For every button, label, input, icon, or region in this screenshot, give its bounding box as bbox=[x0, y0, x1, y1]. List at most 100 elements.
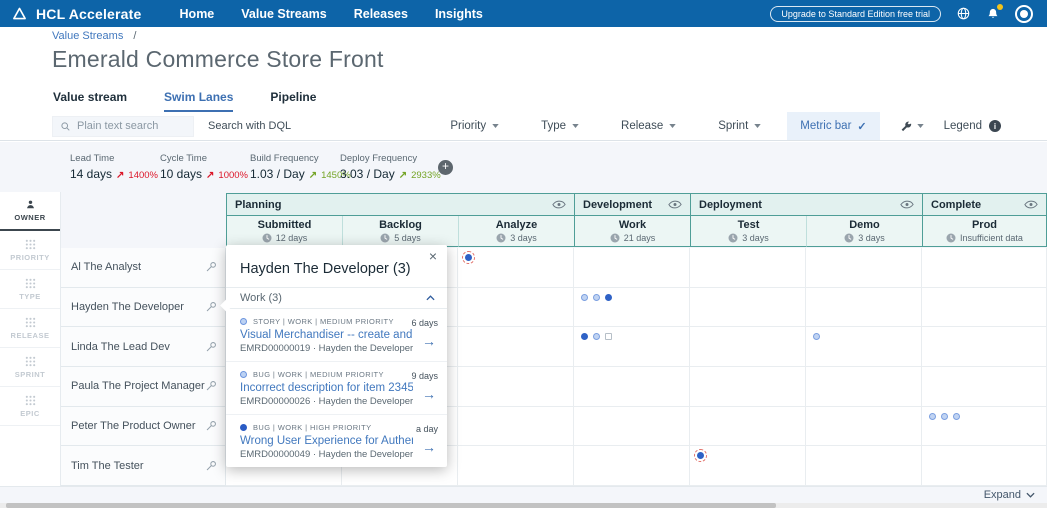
upgrade-button[interactable]: Upgrade to Standard Edition free trial bbox=[770, 6, 941, 22]
search-input[interactable] bbox=[77, 120, 186, 132]
group-header-deployment: Deployment bbox=[690, 193, 922, 216]
go-to-item-arrow-icon[interactable]: → bbox=[422, 439, 436, 455]
avatar[interactable] bbox=[1015, 5, 1033, 23]
swimlane-row: Linda The Lead Dev bbox=[61, 327, 1047, 367]
pin-icon[interactable] bbox=[205, 380, 217, 392]
info-icon[interactable]: i bbox=[989, 120, 1001, 132]
eye-icon[interactable] bbox=[552, 200, 566, 209]
notification-badge bbox=[997, 4, 1003, 10]
filter-dropdown-sprint[interactable]: Sprint bbox=[718, 120, 761, 132]
sidebar-item-sprint[interactable]: SPRINT bbox=[0, 348, 60, 387]
priority-dot-medium bbox=[240, 318, 247, 325]
swimlane-row: Al The Analyst bbox=[61, 248, 1047, 288]
go-to-item-arrow-icon[interactable]: → bbox=[422, 333, 436, 349]
workitems-popup: × Hayden The Developer (3) Work (3) STOR… bbox=[226, 245, 447, 467]
work-item-dot-light[interactable] bbox=[581, 294, 588, 301]
clock-icon bbox=[262, 233, 272, 243]
row-label-text: Paula The Project Manager bbox=[71, 380, 205, 392]
pin-icon[interactable] bbox=[205, 301, 217, 313]
tab-value-stream[interactable]: Value stream bbox=[53, 90, 127, 112]
check-icon: ✓ bbox=[857, 120, 866, 133]
filter-dropdown-type[interactable]: Type bbox=[541, 120, 579, 132]
filter-bar: Search with DQL Priority Type Release Sprin… bbox=[0, 112, 1047, 141]
trend-up-icon: ↗ bbox=[206, 170, 214, 181]
filter-dropdown-label: Sprint bbox=[718, 120, 748, 132]
card-tags: BUG | WORK | MEDIUM PRIORITY bbox=[253, 370, 384, 379]
metric-bar-toggle[interactable]: Metric bar ✓ bbox=[787, 112, 879, 140]
row-label-al-the-analyst: Al The Analyst bbox=[61, 248, 226, 288]
tab-swim-lanes[interactable]: Swim Lanes bbox=[164, 90, 233, 112]
group-header-planning: Planning bbox=[226, 193, 574, 216]
lane-cell bbox=[458, 367, 574, 407]
metrics-list: Lead Time14 days↗1400%Cycle Time10 days↗… bbox=[70, 153, 430, 181]
nav-insights[interactable]: Insights bbox=[435, 7, 483, 21]
sidebar-item-label: PRIORITY bbox=[10, 253, 49, 262]
metric-label: Build Frequency bbox=[250, 153, 340, 164]
top-nav: Home Value Streams Releases Insights bbox=[180, 7, 483, 21]
eye-icon[interactable] bbox=[1024, 200, 1038, 209]
work-item-dot-light[interactable] bbox=[953, 413, 960, 420]
card-meta: EMRD00000049 · Hayden the Developer bbox=[240, 449, 413, 460]
scrollbar-handle[interactable] bbox=[6, 503, 776, 508]
group-label: Planning bbox=[235, 199, 281, 211]
work-item-dot-light[interactable] bbox=[593, 333, 600, 340]
trend-up-icon: ↗ bbox=[116, 170, 124, 181]
filter-dropdown-priority[interactable]: Priority bbox=[450, 120, 499, 132]
eye-icon[interactable] bbox=[900, 200, 914, 209]
work-item-dot-light[interactable] bbox=[813, 333, 820, 340]
swimlane-row: Hayden The Developer bbox=[61, 288, 1047, 328]
globe-icon[interactable] bbox=[955, 6, 971, 22]
pin-icon[interactable] bbox=[205, 420, 217, 432]
breadcrumb-value-streams[interactable]: Value Streams bbox=[52, 30, 123, 42]
work-item-dot-selected[interactable] bbox=[697, 452, 704, 459]
sidebar-item-release[interactable]: RELEASE bbox=[0, 309, 60, 348]
sidebar-item-type[interactable]: TYPE bbox=[0, 270, 60, 309]
add-metric-button[interactable]: + bbox=[438, 160, 453, 175]
work-item-dot-solid[interactable] bbox=[605, 294, 612, 301]
work-item-dot-square[interactable] bbox=[605, 333, 612, 340]
sidebar-item-owner[interactable]: OWNER bbox=[0, 192, 60, 231]
row-label-text: Tim The Tester bbox=[71, 460, 144, 472]
nav-releases[interactable]: Releases bbox=[354, 7, 408, 21]
work-item-dot-solid[interactable] bbox=[581, 333, 588, 340]
lane-cell bbox=[574, 288, 690, 328]
nav-value-streams[interactable]: Value Streams bbox=[241, 7, 326, 21]
work-item-dot-selected[interactable] bbox=[465, 254, 472, 261]
pin-icon[interactable] bbox=[205, 341, 217, 353]
card-title-link[interactable]: Incorrect description for item 23456 bbox=[240, 382, 413, 394]
eye-icon[interactable] bbox=[668, 200, 682, 209]
work-item-dot-light[interactable] bbox=[593, 294, 600, 301]
filter-dropdown-release[interactable]: Release bbox=[621, 120, 676, 132]
work-item-dot-light[interactable] bbox=[941, 413, 948, 420]
lane-cell bbox=[806, 407, 922, 447]
lane-cell bbox=[922, 367, 1047, 407]
chevron-down-icon bbox=[492, 124, 499, 128]
card-title-link[interactable]: Wrong User Experience for Authenticati..… bbox=[240, 435, 413, 447]
swimlane-row: Paula The Project Manager bbox=[61, 367, 1047, 407]
card-meta: EMRD00000019 · Hayden the Developer bbox=[240, 343, 413, 354]
popup-section-work[interactable]: Work (3) bbox=[226, 287, 447, 309]
nav-home[interactable]: Home bbox=[180, 7, 215, 21]
work-item-card[interactable]: BUG | WORK | MEDIUM PRIORITY9 daysIncorr… bbox=[226, 362, 447, 415]
notifications-bell-icon[interactable] bbox=[985, 6, 1001, 22]
trend-up-icon: ↗ bbox=[309, 170, 317, 181]
sidebar-item-epic[interactable]: EPIC bbox=[0, 387, 60, 426]
search-box[interactable] bbox=[52, 116, 194, 137]
stage-duration: 12 days bbox=[276, 233, 308, 243]
pin-icon[interactable] bbox=[205, 261, 217, 273]
tab-pipeline[interactable]: Pipeline bbox=[270, 90, 316, 112]
work-item-card[interactable]: STORY | WORK | MEDIUM PRIORITY6 daysVisu… bbox=[226, 309, 447, 362]
go-to-item-arrow-icon[interactable]: → bbox=[422, 386, 436, 402]
card-tags: BUG | WORK | HIGH PRIORITY bbox=[253, 423, 371, 432]
lane-cell bbox=[690, 327, 806, 367]
stage-header-submitted: Submitted12 days bbox=[226, 216, 342, 247]
customize-tools-button[interactable] bbox=[900, 120, 924, 132]
dql-search-link[interactable]: Search with DQL bbox=[208, 120, 291, 132]
expand-button[interactable]: Expand bbox=[984, 489, 1035, 501]
close-icon[interactable]: × bbox=[429, 248, 437, 264]
work-item-card[interactable]: BUG | WORK | HIGH PRIORITYa dayWrong Use… bbox=[226, 415, 447, 467]
sidebar-item-priority[interactable]: PRIORITY bbox=[0, 231, 60, 270]
card-title-link[interactable]: Visual Merchandiser -- create and upda..… bbox=[240, 329, 413, 341]
pin-icon[interactable] bbox=[205, 460, 217, 472]
work-item-dot-light[interactable] bbox=[929, 413, 936, 420]
